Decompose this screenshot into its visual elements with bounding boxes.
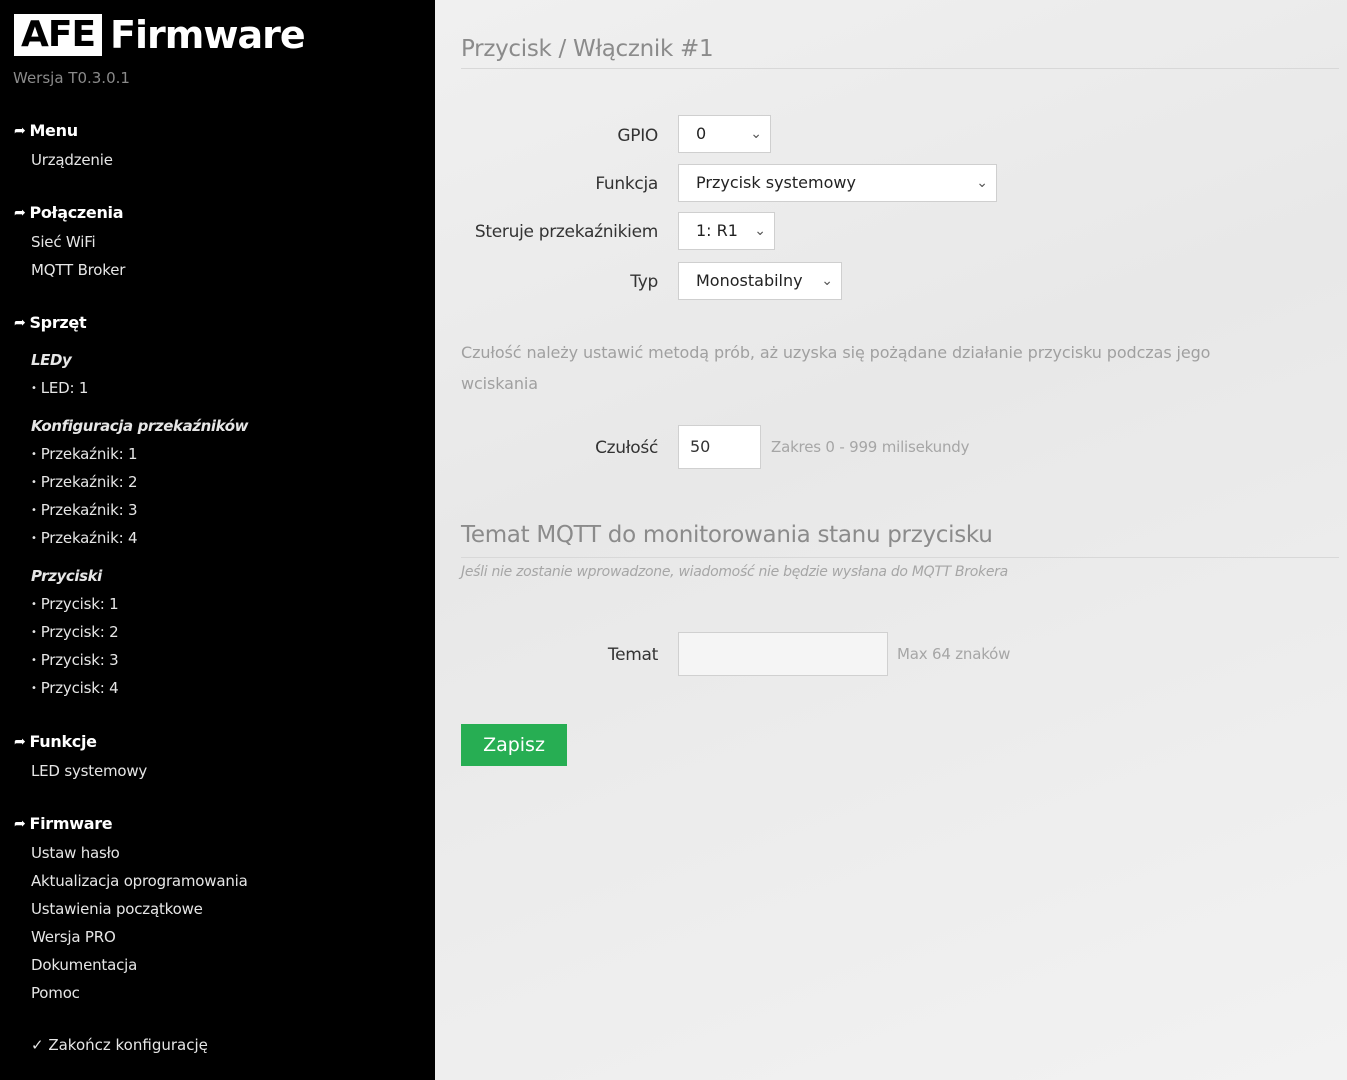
function-select-value: Przycisk systemowy bbox=[696, 173, 856, 192]
function-label: Funkcja bbox=[595, 174, 658, 194]
buttons-heading: Przyciski bbox=[31, 567, 102, 585]
hardware-heading-label: Sprzęt bbox=[29, 313, 87, 332]
menu-heading-label: Menu bbox=[29, 121, 78, 140]
bullet-icon: • bbox=[31, 599, 37, 610]
sidebar-item-pro-version[interactable]: Wersja PRO bbox=[31, 928, 116, 946]
arrow-icon: ➦ bbox=[14, 314, 26, 331]
type-select-value: Monostabilny bbox=[696, 271, 803, 290]
logo-firmware: Firmware bbox=[110, 13, 306, 57]
relays-heading: Konfiguracja przekaźników bbox=[31, 417, 249, 435]
finish-configuration-link[interactable]: ✓ Zakończ konfigurację bbox=[31, 1036, 208, 1054]
gpio-label: GPIO bbox=[617, 126, 658, 146]
sidebar-item-relay-4[interactable]: • Przekaźnik: 4 bbox=[31, 529, 138, 547]
gpio-select-value: 0 bbox=[696, 124, 707, 143]
sidebar: AFE Firmware Wersja T0.3.0.1 ➦ Menu Urzą… bbox=[0, 0, 435, 1080]
bullet-icon: • bbox=[31, 683, 37, 694]
bullet-icon: • bbox=[31, 655, 37, 666]
type-select[interactable]: Monostabilny ⌄ bbox=[678, 262, 842, 300]
logo: AFE Firmware bbox=[14, 12, 306, 58]
sidebar-item-led-1[interactable]: • LED: 1 bbox=[31, 379, 88, 397]
sensitivity-note: Czułość należy ustawić metodą prób, aż u… bbox=[461, 343, 1211, 393]
sensitivity-input[interactable]: 50 bbox=[678, 425, 761, 469]
menu-heading: ➦ Menu bbox=[14, 121, 78, 140]
sidebar-item-label: Przycisk: 2 bbox=[40, 623, 119, 641]
sidebar-item-wifi[interactable]: Sieć WiFi bbox=[31, 233, 96, 251]
leds-heading: LEDy bbox=[31, 351, 72, 369]
sidebar-item-label: Przekaźnik: 2 bbox=[40, 473, 138, 491]
topic-input[interactable] bbox=[678, 632, 888, 676]
mqtt-section-title: Temat MQTT do monitorowania stanu przyci… bbox=[461, 522, 993, 548]
topic-hint: Max 64 znaków bbox=[897, 645, 1011, 663]
relay-select-value: 1: R1 bbox=[696, 221, 738, 240]
sidebar-item-mqtt-broker[interactable]: MQTT Broker bbox=[31, 261, 125, 279]
main-content: Przycisk / Włącznik #1 GPIO 0 ⌄ Funkcja … bbox=[435, 0, 1347, 1080]
sidebar-item-label: Przekaźnik: 3 bbox=[40, 501, 138, 519]
sidebar-item-label: Przekaźnik: 1 bbox=[40, 445, 138, 463]
sidebar-item-help[interactable]: Pomoc bbox=[31, 984, 80, 1002]
functions-heading: ➦ Funkcje bbox=[14, 732, 97, 751]
sidebar-item-button-4[interactable]: • Przycisk: 4 bbox=[31, 679, 119, 697]
relay-select[interactable]: 1: R1 ⌄ bbox=[678, 212, 775, 250]
hardware-heading: ➦ Sprzęt bbox=[14, 313, 87, 332]
mqtt-note: Jeśli nie zostanie wprowadzone, wiadomoś… bbox=[461, 564, 1008, 580]
arrow-icon: ➦ bbox=[14, 733, 26, 750]
sidebar-item-relay-3[interactable]: • Przekaźnik: 3 bbox=[31, 501, 138, 519]
bullet-icon: • bbox=[31, 505, 37, 516]
sidebar-item-initial-settings[interactable]: Ustawienia początkowe bbox=[31, 900, 203, 918]
firmware-heading: ➦ Firmware bbox=[14, 814, 113, 833]
title-divider bbox=[461, 68, 1339, 69]
chevron-down-icon: ⌄ bbox=[821, 273, 833, 289]
sidebar-item-button-3[interactable]: • Przycisk: 3 bbox=[31, 651, 119, 669]
arrow-icon: ➦ bbox=[14, 815, 26, 832]
relay-label: Steruje przekaźnikiem bbox=[474, 222, 658, 242]
sidebar-item-label: Przycisk: 1 bbox=[40, 595, 119, 613]
arrow-icon: ➦ bbox=[14, 122, 26, 139]
arrow-icon: ➦ bbox=[14, 204, 26, 221]
firmware-heading-label: Firmware bbox=[29, 814, 113, 833]
sidebar-item-label: Przycisk: 4 bbox=[40, 679, 119, 697]
sidebar-item-system-led[interactable]: LED systemowy bbox=[31, 762, 147, 780]
bullet-icon: • bbox=[31, 383, 37, 394]
type-label: Typ bbox=[630, 272, 658, 292]
bullet-icon: • bbox=[31, 477, 37, 488]
version-label: Wersja T0.3.0.1 bbox=[13, 69, 130, 87]
sidebar-item-button-1[interactable]: • Przycisk: 1 bbox=[31, 595, 119, 613]
sensitivity-hint: Zakres 0 - 999 milisekundy bbox=[771, 438, 970, 456]
sidebar-item-button-2[interactable]: • Przycisk: 2 bbox=[31, 623, 119, 641]
bullet-icon: • bbox=[31, 533, 37, 544]
sidebar-item-set-password[interactable]: Ustaw hasło bbox=[31, 844, 120, 862]
save-button[interactable]: Zapisz bbox=[461, 724, 567, 766]
sensitivity-label: Czułość bbox=[595, 438, 658, 458]
sidebar-item-label: Przekaźnik: 4 bbox=[40, 529, 138, 547]
sidebar-item-relay-2[interactable]: • Przekaźnik: 2 bbox=[31, 473, 138, 491]
sidebar-item-relay-1[interactable]: • Przekaźnik: 1 bbox=[31, 445, 138, 463]
bullet-icon: • bbox=[31, 627, 37, 638]
chevron-down-icon: ⌄ bbox=[750, 126, 762, 142]
mqtt-divider bbox=[461, 557, 1339, 558]
logo-afe: AFE bbox=[14, 14, 103, 56]
gpio-select[interactable]: 0 ⌄ bbox=[678, 115, 771, 153]
sidebar-item-label: Przycisk: 3 bbox=[40, 651, 119, 669]
sidebar-item-device[interactable]: Urządzenie bbox=[31, 151, 113, 169]
sidebar-item-firmware-update[interactable]: Aktualizacja oprogramowania bbox=[31, 872, 248, 890]
page-title: Przycisk / Włącznik #1 bbox=[461, 36, 714, 62]
chevron-down-icon: ⌄ bbox=[976, 175, 988, 191]
topic-label: Temat bbox=[607, 645, 658, 665]
connections-heading: ➦ Połączenia bbox=[14, 203, 124, 222]
function-select[interactable]: Przycisk systemowy ⌄ bbox=[678, 164, 997, 202]
bullet-icon: • bbox=[31, 449, 37, 460]
sidebar-item-label: LED: 1 bbox=[40, 379, 89, 397]
functions-heading-label: Funkcje bbox=[29, 732, 97, 751]
connections-heading-label: Połączenia bbox=[29, 203, 124, 222]
sidebar-item-documentation[interactable]: Dokumentacja bbox=[31, 956, 137, 974]
chevron-down-icon: ⌄ bbox=[754, 223, 766, 239]
